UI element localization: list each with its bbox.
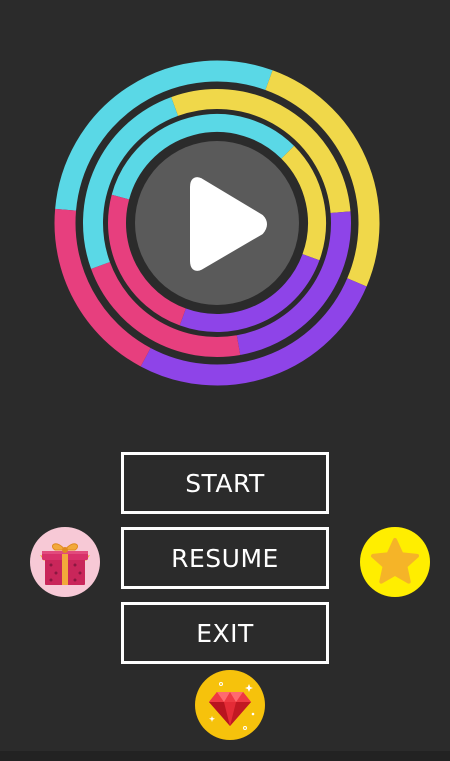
resume-button[interactable]: RESUME [121,527,329,589]
start-button-label: START [185,468,265,498]
gift-icon[interactable] [30,527,100,597]
start-button[interactable]: START [121,452,329,514]
ruby-gem-icon[interactable] [195,670,265,740]
exit-button-label: EXIT [196,618,254,648]
resume-button-label: RESUME [171,543,279,573]
star-icon[interactable] [360,527,430,597]
main-menu-screen: START RESUME EXIT [0,0,450,761]
bottom-bar [0,751,450,761]
play-button-ring-icon[interactable] [50,56,384,390]
exit-button[interactable]: EXIT [121,602,329,664]
